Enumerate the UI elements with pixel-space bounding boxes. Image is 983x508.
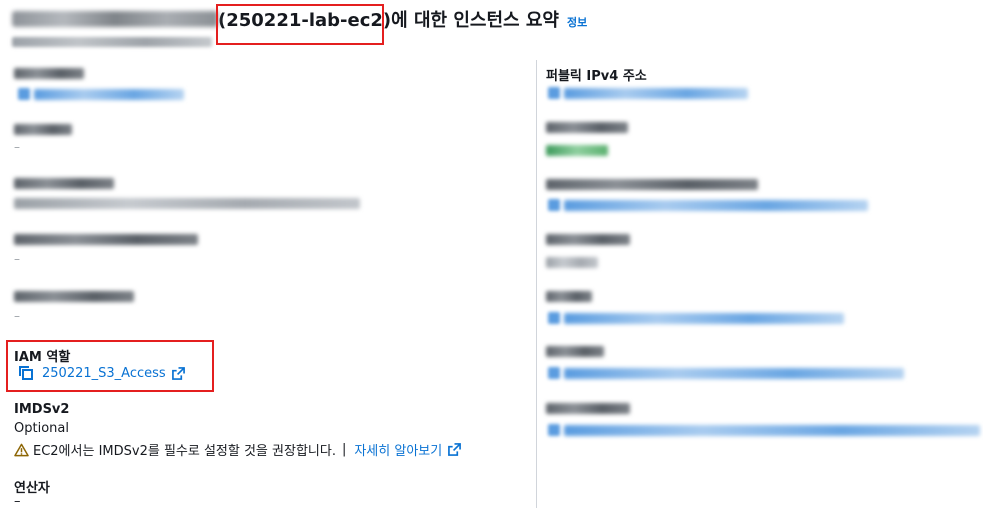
redacted-label — [14, 291, 134, 302]
redacted-label — [14, 234, 198, 245]
redacted-label — [14, 124, 72, 135]
empty-value: – — [14, 252, 20, 266]
imdsv2-warning-text: EC2에서는 IMDSv2를 필수로 설정할 것을 권장합니다. — [33, 444, 336, 459]
empty-value: – — [14, 140, 20, 154]
learn-more-link[interactable]: 자세히 알아보기 — [354, 440, 442, 459]
copy-icon[interactable] — [18, 365, 34, 381]
redacted-instance-id — [12, 11, 218, 27]
redacted-update-text — [12, 37, 212, 47]
empty-value: – — [14, 309, 20, 323]
warning-icon — [14, 443, 29, 456]
column-divider — [536, 60, 537, 508]
imdsv2-value: Optional — [14, 421, 69, 436]
imdsv2-label: IMDSv2 — [14, 402, 70, 417]
redacted-value — [34, 89, 184, 100]
last-updated — [12, 34, 212, 50]
iam-role-value[interactable]: 250221_S3_Access — [42, 366, 166, 381]
redacted-value[interactable] — [564, 425, 980, 436]
redacted-label — [14, 178, 114, 189]
copy-icon[interactable] — [548, 312, 560, 324]
copy-icon[interactable] — [548, 424, 560, 436]
page-title: (250221-lab-ec2)에 대한 인스턴스 요약 정보 — [12, 6, 587, 32]
page-title-text: (250221-lab-ec2)에 대한 인스턴스 요약 — [218, 10, 559, 31]
redacted-label — [546, 403, 630, 414]
redacted-public-ip[interactable] — [564, 88, 748, 99]
external-link-icon — [171, 366, 185, 380]
redacted-status — [546, 145, 608, 156]
copy-icon[interactable] — [548, 199, 560, 211]
redacted-value — [14, 198, 360, 209]
redacted-label — [14, 68, 84, 79]
copy-icon[interactable] — [548, 367, 560, 379]
copy-icon[interactable] — [548, 87, 560, 99]
redacted-label — [546, 346, 604, 357]
redacted-value[interactable] — [564, 368, 904, 379]
redacted-label — [546, 291, 592, 302]
external-link-icon[interactable] — [448, 443, 462, 456]
public-ipv4-label: 퍼블릭 IPv4 주소 — [546, 69, 647, 84]
redacted-label — [546, 234, 630, 245]
info-link[interactable]: 정보 — [567, 14, 587, 30]
iam-role-link[interactable]: 250221_S3_Access — [18, 365, 185, 381]
imdsv2-warning: EC2에서는 IMDSv2를 필수로 설정할 것을 권장합니다. | 자세히 알… — [14, 440, 462, 459]
redacted-label — [546, 179, 758, 190]
iam-role-label: IAM 역할 — [14, 350, 71, 365]
redacted-value[interactable] — [564, 200, 868, 211]
copy-icon[interactable] — [18, 88, 30, 100]
separator: | — [341, 442, 347, 457]
redacted-value[interactable] — [564, 313, 844, 324]
operator-value: – — [14, 494, 21, 508]
redacted-value — [546, 257, 598, 268]
redacted-label — [546, 122, 628, 133]
